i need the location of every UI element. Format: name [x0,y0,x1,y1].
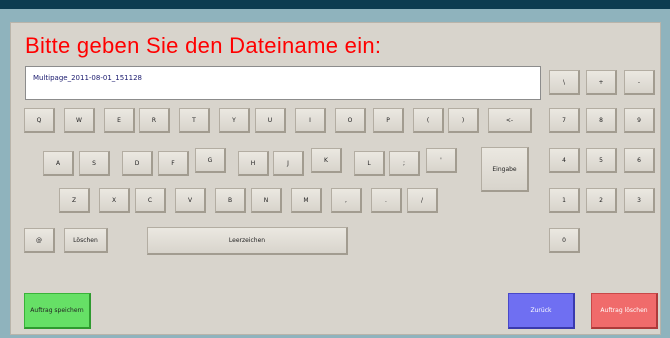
key-g[interactable]: G [195,148,226,173]
save-order-button[interactable]: Auftrag speichern [24,293,91,329]
key-apostrophe[interactable]: ' [426,148,457,173]
key-m[interactable]: M [291,188,322,213]
filename-dialog: Bitte geben Sie den Dateiname ein: Multi… [10,22,661,335]
key-semicolon[interactable]: ; [389,151,420,176]
dialog-title: Bitte geben Sie den Dateiname ein: [25,33,382,58]
key-t[interactable]: T [179,108,210,133]
key-9[interactable]: 9 [624,108,655,133]
key-o[interactable]: O [335,108,366,133]
key-w[interactable]: W [64,108,95,133]
key-8[interactable]: 8 [586,108,617,133]
key-2[interactable]: 2 [586,188,617,213]
key-3[interactable]: 3 [624,188,655,213]
key-6[interactable]: 6 [624,148,655,173]
key-backslash[interactable]: \ [549,70,580,95]
key-n[interactable]: N [251,188,282,213]
backspace-key[interactable]: <- [488,108,532,133]
key-minus[interactable]: - [624,70,655,95]
back-button[interactable]: Zurück [508,293,575,329]
filename-input[interactable]: Multipage_2011-08-01_151128 [25,66,541,100]
key-r[interactable]: R [139,108,170,133]
key-q[interactable]: Q [24,108,55,133]
key-7[interactable]: 7 [549,108,580,133]
key-e[interactable]: E [104,108,135,133]
key-1[interactable]: 1 [549,188,580,213]
clear-button[interactable]: Löschen [64,228,108,253]
key-k[interactable]: K [311,148,342,173]
space-key[interactable]: Leerzeichen [147,227,348,255]
delete-order-button[interactable]: Auftrag löschen [591,293,658,329]
key-j[interactable]: J [273,151,304,176]
key-5[interactable]: 5 [586,148,617,173]
key-l[interactable]: L [354,151,385,176]
key-h[interactable]: H [238,151,269,176]
key-b[interactable]: B [215,188,246,213]
key-at[interactable]: @ [24,228,55,253]
key-slash[interactable]: / [407,188,438,213]
key-p[interactable]: P [373,108,404,133]
key-i[interactable]: I [295,108,326,133]
key-close-paren[interactable]: ) [448,108,479,133]
key-4[interactable]: 4 [549,148,580,173]
key-v[interactable]: V [175,188,206,213]
key-d[interactable]: D [122,151,153,176]
key-comma[interactable]: , [331,188,362,213]
key-u[interactable]: U [255,108,286,133]
key-y[interactable]: Y [219,108,250,133]
top-banner [0,0,670,9]
key-z[interactable]: Z [59,188,90,213]
key-x[interactable]: X [99,188,130,213]
key-period[interactable]: . [371,188,402,213]
key-f[interactable]: F [158,151,189,176]
key-s[interactable]: S [79,151,110,176]
key-open-paren[interactable]: ( [413,108,444,133]
key-c[interactable]: C [135,188,166,213]
key-0[interactable]: 0 [549,228,580,253]
key-a[interactable]: A [43,151,74,176]
key-plus[interactable]: + [586,70,617,95]
enter-key[interactable]: Eingabe [481,147,529,192]
